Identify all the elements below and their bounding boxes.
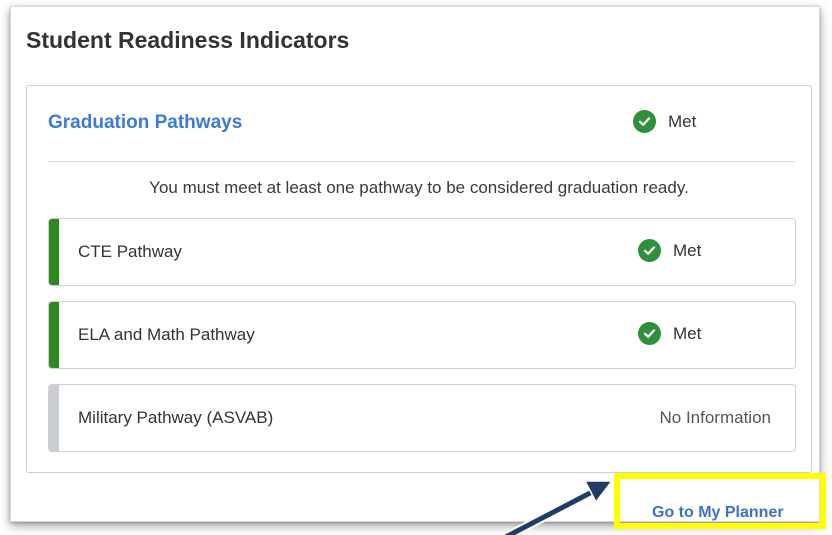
pathway-label: Military Pathway (ASVAB) [78,408,274,427]
pathway-status: Met [638,322,701,345]
status-bar [49,219,59,285]
check-circle-icon [633,110,656,133]
status-bar [49,302,59,368]
pathway-label: CTE Pathway [78,242,182,261]
pathway-row-ela-math: ELA and Math Pathway Met [48,301,796,369]
section-status: Met [633,110,696,133]
card-title: Student Readiness Indicators [26,27,350,53]
readiness-card: Student Readiness Indicators Graduation … [10,6,820,522]
go-to-my-planner-link[interactable]: Go to My Planner [652,504,784,522]
check-circle-icon [638,322,661,345]
pathway-label: ELA and Math Pathway [78,325,255,344]
pathway-status-label: Met [673,323,702,343]
check-circle-icon [638,239,661,262]
graduation-pathways-section: Graduation Pathways Met You must meet at… [26,85,812,473]
graduation-pathways-link[interactable]: Graduation Pathways [48,112,242,134]
pathway-row-military: Military Pathway (ASVAB) No Information [48,384,796,452]
divider [48,161,795,162]
pathway-status: Met [638,239,701,262]
page: Student Readiness Indicators Graduation … [0,0,832,535]
pathway-note: You must meet at least one pathway to be… [149,178,689,197]
status-bar [49,385,59,451]
pathway-status-label: No Information [659,408,772,427]
section-status-label: Met [668,111,697,131]
pathway-status-label: Met [673,240,702,260]
pathway-row-cte: CTE Pathway Met [48,218,796,286]
